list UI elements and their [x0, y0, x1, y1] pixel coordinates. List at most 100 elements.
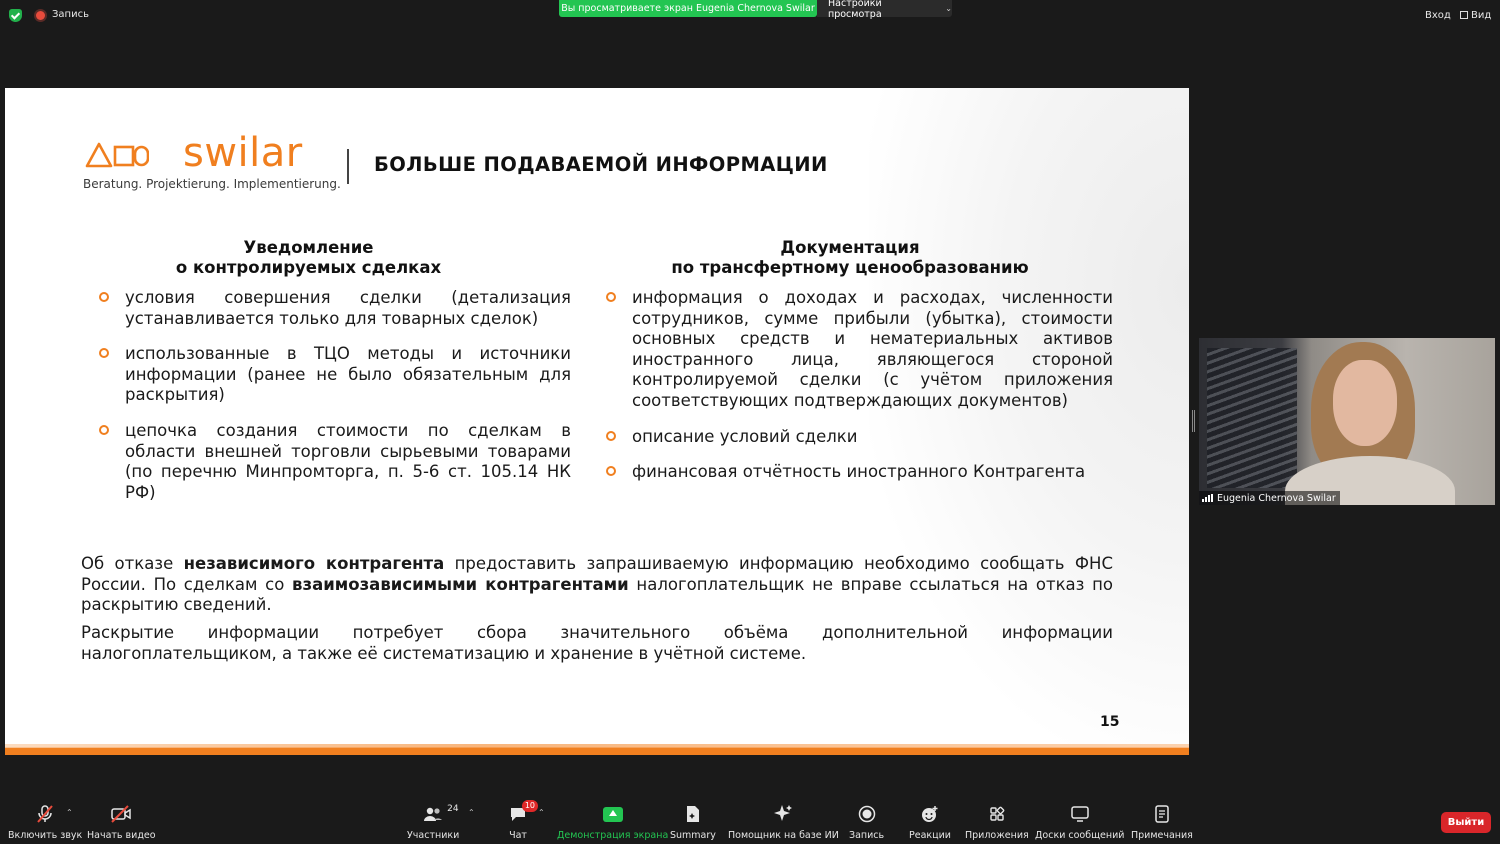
title-divider: [347, 149, 349, 184]
list-item: описание условий сделки: [606, 426, 1113, 448]
record-label: Запись: [849, 830, 885, 841]
participants-options-caret-icon[interactable]: ⌃: [468, 808, 475, 817]
signal-strength-icon: [1202, 494, 1213, 502]
paragraph-disclosure: Раскрытие информации потребует сбора зна…: [81, 623, 1113, 663]
bullet-text: цепочка создания стоимости по сделкам в …: [125, 420, 571, 502]
logo-tagline: Beratung. Projektierung. Implementierung…: [83, 177, 341, 191]
right-heading-line2: по трансфертному ценообразованию: [671, 258, 1029, 277]
view-button[interactable]: Вид: [1460, 10, 1491, 21]
whiteboard-icon: [1068, 804, 1092, 824]
bullet-text: описание условий сделки: [632, 426, 858, 446]
participants-count: 24: [447, 804, 459, 814]
chat-unread-badge: 10: [521, 800, 538, 812]
notes-icon: [1150, 804, 1174, 824]
view-settings-label: Настройки просмотра: [828, 0, 882, 20]
whiteboards-label: Доски сообщений: [1035, 830, 1125, 841]
paragraph-bold-text: взаимозависимыми контрагентами: [292, 574, 629, 594]
notes-label: Примечания: [1131, 830, 1193, 841]
slide-footer-stripe: [5, 744, 1189, 755]
list-item: условия совершения сделки (детализация у…: [99, 288, 571, 329]
list-item: финансовая отчётность иностранного Контр…: [606, 462, 1113, 483]
slide-title: БОЛЬШЕ ПОДАВАЕМОЙ ИНФОРМАЦИИ: [374, 153, 828, 176]
page-number: 15: [1100, 714, 1120, 730]
video-person-face: [1333, 360, 1397, 446]
left-column-heading: Уведомление о контролируемых сделках: [115, 238, 502, 278]
video-window-blind: [1207, 348, 1297, 488]
paragraph-bold-text: независимого контрагента: [183, 554, 445, 573]
sparkle-icon: [771, 804, 795, 824]
apps-button[interactable]: Приложения: [965, 804, 1029, 841]
view-settings-button[interactable]: Настройки просмотра ⌄: [817, 0, 952, 20]
bullet-text: условия совершения сделки (детализация у…: [125, 288, 571, 328]
participant-video[interactable]: [1199, 338, 1495, 505]
share-screen-arrow-icon: [602, 806, 623, 822]
whiteboards-button[interactable]: Доски сообщений: [1035, 804, 1124, 841]
bullet-circle-icon: [99, 348, 109, 359]
logo-wordmark: swilar: [183, 130, 303, 176]
bullet-circle-icon: [606, 292, 616, 302]
bullet-circle-icon: [99, 292, 109, 302]
list-item: использованные в ТЦО методы и источники …: [99, 344, 571, 406]
chat-bubble-icon: 10: [506, 800, 538, 824]
recording-icon: [36, 11, 45, 20]
security-shield-icon[interactable]: [9, 9, 22, 22]
bullet-circle-icon: [99, 424, 109, 435]
reactions-button[interactable]: Реакции: [909, 804, 951, 841]
start-video-button[interactable]: Начать видео: [87, 804, 156, 841]
share-screen-button[interactable]: Демонстрация экрана: [557, 804, 668, 841]
chevron-down-icon: ⌄: [945, 4, 952, 13]
summary-document-icon: [681, 804, 705, 824]
summary-label: Summary: [670, 830, 716, 841]
participants-label: Участники: [407, 830, 460, 841]
participants-icon: 24: [421, 804, 459, 824]
meeting-toolbar: Включить звук ⌃ Начать видео 24 Участник…: [0, 800, 1500, 844]
apps-icon: [985, 804, 1009, 824]
microphone-muted-icon: [33, 804, 57, 824]
ai-companion-button[interactable]: Помощник на базе ИИ: [728, 804, 839, 841]
camera-off-icon: [109, 804, 133, 824]
shared-slide: swilar Beratung. Projektierung. Implemen…: [5, 88, 1189, 755]
record-button[interactable]: Запись: [849, 804, 884, 841]
audio-options-caret-icon[interactable]: ⌃: [66, 808, 73, 817]
share-screen-icon: [601, 804, 625, 824]
participant-name: Eugenia Chernova Swilar: [1217, 492, 1336, 504]
left-heading-line2: о контролируемых сделках: [175, 258, 442, 277]
chat-button[interactable]: 10 Чат: [506, 800, 538, 841]
video-panel-resize-handle[interactable]: [1192, 410, 1195, 432]
reactions-label: Реакции: [909, 830, 951, 841]
viewing-screen-banner: Вы просматриваете экран Eugenia Chernova…: [559, 0, 817, 17]
bullet-circle-icon: [606, 466, 616, 477]
chat-label: Чат: [509, 830, 527, 841]
enter-button[interactable]: Вход: [1425, 10, 1451, 21]
swilar-logo-icon: [85, 142, 149, 168]
top-bar: Запись Вы просматриваете экран Eugenia C…: [0, 0, 1500, 30]
left-bullet-list: условия совершения сделки (детализация у…: [99, 288, 571, 518]
view-grid-icon: [1460, 11, 1468, 19]
bullet-text: финансовая отчётность иностранного Контр…: [632, 462, 1086, 482]
participants-button[interactable]: 24 Участники: [407, 804, 459, 841]
right-column-heading: Документация по трансфертному ценообразо…: [625, 238, 1075, 278]
left-heading-line1: Уведомление: [243, 238, 374, 257]
record-icon: [855, 804, 879, 824]
unmute-label: Включить звук: [8, 830, 83, 841]
participant-name-tag: Eugenia Chernova Swilar: [1199, 491, 1340, 505]
summary-button[interactable]: Summary: [670, 804, 716, 841]
apps-label: Приложения: [965, 830, 1029, 841]
right-heading-line1: Документация: [780, 238, 920, 257]
leave-meeting-button[interactable]: Выйти: [1441, 812, 1491, 833]
start-video-label: Начать видео: [87, 830, 156, 841]
view-label: Вид: [1471, 10, 1492, 21]
list-item: цепочка создания стоимости по сделкам в …: [99, 420, 571, 503]
list-item: информация о доходах и расходах, численн…: [606, 288, 1113, 412]
right-bullet-list: информация о доходах и расходах, численн…: [606, 288, 1113, 498]
paragraph-refusal: Об отказе независимого контрагента предо…: [81, 554, 1113, 616]
bullet-circle-icon: [606, 430, 616, 441]
bullet-text: информация о доходах и расходах, численн…: [632, 288, 1113, 410]
ai-companion-label: Помощник на базе ИИ: [728, 830, 839, 841]
smiley-plus-icon: [918, 804, 942, 824]
bullet-text: использованные в ТЦО методы и источники …: [125, 344, 571, 405]
notes-button[interactable]: Примечания: [1131, 804, 1193, 841]
chat-options-caret-icon[interactable]: ⌃: [538, 808, 545, 817]
paragraph-text: Об отказе: [81, 554, 184, 573]
recording-label[interactable]: Запись: [52, 9, 89, 20]
